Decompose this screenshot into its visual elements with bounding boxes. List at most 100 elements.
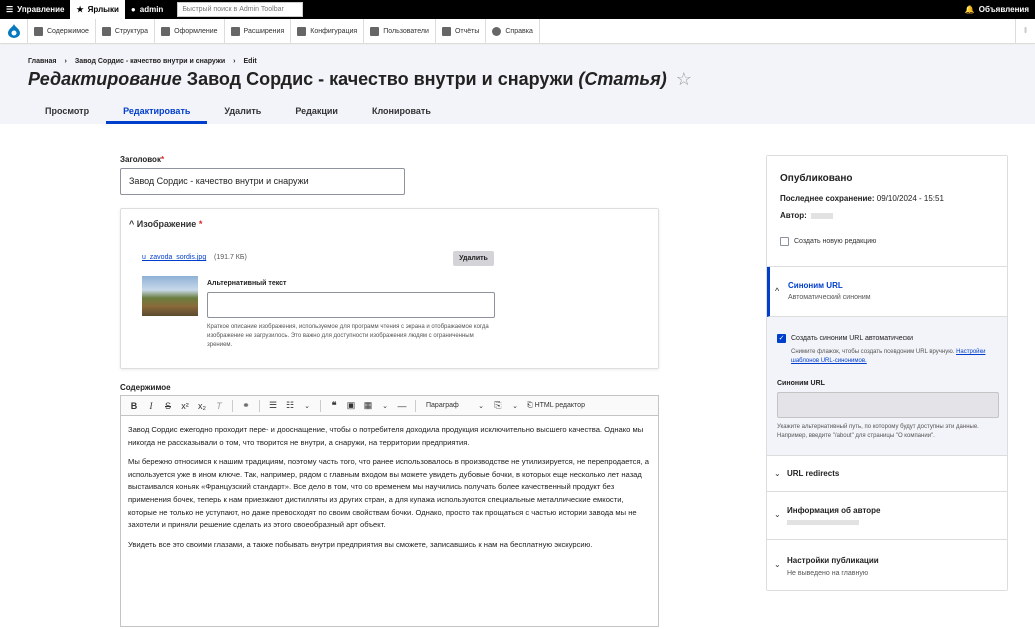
chevron-down-icon: ⌄ — [774, 469, 781, 478]
content-icon — [34, 26, 43, 36]
title-input[interactable]: Завод Сордис - качество внутри и снаружи — [120, 168, 405, 195]
strikethrough-icon[interactable]: S — [161, 401, 175, 411]
tab-edit[interactable]: Редактировать — [106, 100, 208, 124]
horizontal-line-icon[interactable]: — — [395, 401, 409, 411]
alias-input[interactable] — [777, 392, 999, 418]
checkbox-checked-icon[interactable]: ✓ — [777, 334, 786, 343]
content-editor: B I S x² x₂ T ⚭ ☰ ☷ ⌄ ❝ ▣ ▦ ⌄ — Параграф… — [120, 395, 659, 627]
menu-item-content[interactable]: Содержимое — [28, 18, 96, 44]
source-editing-icon[interactable]: ⎘ — [491, 400, 505, 411]
breadcrumb-separator-icon: › — [64, 58, 67, 65]
alt-text-description: Краткое описание изображения, используем… — [207, 324, 489, 348]
subscript-icon[interactable]: x₂ — [195, 401, 209, 411]
menu-item-configuration[interactable]: Конфигурация — [291, 18, 365, 44]
chevron-up-icon: ^ — [775, 286, 780, 296]
code-icon: ⎗ — [527, 401, 533, 409]
toolbar-divider — [415, 399, 416, 412]
menu-item-reports[interactable]: Отчёты — [436, 18, 487, 44]
toolbar-divider — [320, 399, 321, 412]
heading-select[interactable]: Параграф ⌄ — [422, 402, 488, 410]
local-tasks: Просмотр Редактировать Удалить Редакции … — [28, 100, 448, 124]
paragraph: Завод Сордис ежегодно проходит пере- и д… — [128, 425, 644, 447]
tab-revisions[interactable]: Редакции — [278, 100, 355, 124]
menu-item-extend[interactable]: Расширения — [225, 18, 292, 44]
chevron-down-icon[interactable]: ⌄ — [508, 402, 522, 410]
tab-delete[interactable]: Удалить — [207, 100, 278, 124]
breadcrumb-home[interactable]: Главная — [28, 58, 56, 65]
reports-icon — [441, 26, 451, 36]
shortcut-star-icon[interactable]: ☆ — [676, 69, 692, 89]
image-file-link[interactable]: u_zavoda_sordis.jpg — [142, 254, 206, 261]
user-menu[interactable]: ● admin — [125, 0, 169, 19]
announcements-link[interactable]: 🔔 Объявления — [965, 5, 1035, 14]
user-icon: ● — [130, 5, 136, 14]
title-label: Заголовок* — [120, 155, 165, 164]
auto-alias-checkbox[interactable]: ✓ Создать синоним URL автоматически — [777, 334, 913, 343]
tab-clone[interactable]: Клонировать — [355, 100, 448, 124]
publish-status: Опубликовано — [780, 173, 853, 184]
remove-format-icon[interactable]: T — [212, 401, 226, 411]
editor-content-area[interactable]: Завод Сордис ежегодно проходит пере- и д… — [121, 416, 658, 566]
superscript-icon[interactable]: x² — [178, 401, 192, 411]
author-name-redacted — [810, 212, 833, 219]
toolbar-divider — [232, 399, 233, 412]
breadcrumb-separator-icon: › — [233, 58, 236, 65]
link-icon[interactable]: ⚭ — [239, 400, 253, 411]
image-field: ^ Изображение * u_zavoda_sordis.jpg (191… — [120, 208, 659, 369]
breadcrumb-edit[interactable]: Edit — [244, 58, 257, 65]
chevron-down-icon: ⌄ — [774, 510, 781, 519]
breadcrumb-node[interactable]: Завод Сордис - качество внутри и снаружи — [75, 58, 225, 65]
last-saved: Последнее сохранение: 09/10/2024 - 15:51 — [780, 194, 944, 203]
remove-image-button[interactable]: Удалить — [453, 251, 494, 266]
meta-sidebar: Опубликовано Последнее сохранение: 09/10… — [766, 155, 1008, 591]
author-line: Автор: — [780, 211, 833, 220]
toolbar-search-input[interactable]: Быстрый поиск в Admin Toolbar — [177, 2, 304, 17]
wrench-icon — [297, 26, 307, 36]
bell-icon: 🔔 — [964, 5, 975, 14]
toolbar-divider — [259, 399, 260, 412]
page-title: Редактирование Завод Сордис - качество в… — [28, 69, 692, 89]
shortcuts-menu[interactable]: ★ Ярлыки — [70, 0, 125, 19]
chevron-down-icon: ⌄ — [774, 560, 781, 569]
image-field-toggle[interactable]: ^ Изображение * — [129, 219, 202, 229]
blockquote-icon[interactable]: ❝ — [327, 400, 341, 411]
new-revision-checkbox[interactable]: Создать новую редакцию — [780, 237, 876, 246]
menu-item-help[interactable]: Справка — [486, 18, 540, 44]
menu-item-people[interactable]: Пользователи — [364, 18, 436, 44]
bold-icon[interactable]: B — [127, 401, 141, 411]
tab-view[interactable]: Просмотр — [28, 100, 106, 124]
author-info-section[interactable]: ⌄ Информация об авторе — [767, 491, 1007, 539]
admin-menu: Содержимое Структура Оформление Расширен… — [0, 18, 1035, 44]
checkbox[interactable] — [780, 237, 789, 246]
help-icon — [492, 26, 502, 36]
people-icon — [370, 26, 380, 36]
breadcrumb: Главная › Завод Сордис - качество внутри… — [28, 58, 257, 65]
auto-alias-description: Снимите флажок, чтобы создать псевдоним … — [791, 349, 986, 364]
editor-toolbar: B I S x² x₂ T ⚭ ☰ ☷ ⌄ ❝ ▣ ▦ ⌄ — Параграф… — [121, 396, 658, 416]
alias-hint: Укажите альтернативный путь, по которому… — [777, 424, 979, 439]
menu-item-appearance[interactable]: Оформление — [155, 18, 225, 44]
toolbar-orientation-toggle[interactable]: ⫾ — [1015, 18, 1035, 44]
author-info-redacted — [787, 520, 859, 525]
image-thumbnail — [142, 276, 198, 316]
content-label: Содержимое — [120, 383, 171, 392]
bulleted-list-icon[interactable]: ☰ — [266, 400, 280, 411]
alt-text-input[interactable] — [207, 292, 495, 318]
drupal-logo-icon[interactable] — [0, 18, 28, 44]
alias-field-label: Синоним URL — [777, 380, 825, 387]
table-icon[interactable]: ▦ — [361, 400, 375, 411]
url-redirects-section[interactable]: ⌄ URL redirects — [767, 455, 1007, 491]
alt-text-label: Альтернативный текст — [207, 280, 287, 287]
url-alias-summary[interactable]: ^ Синоним URL Автоматический синоним — [767, 267, 1007, 317]
admin-toolbar: ☰ Управление ★ Ярлыки ● admin Быстрый поиск… — [0, 0, 1035, 19]
italic-icon[interactable]: I — [144, 401, 158, 411]
publish-settings-section[interactable]: ⌄ Настройки публикации Не выведено на гл… — [767, 539, 1007, 590]
numbered-list-icon[interactable]: ☷ — [283, 400, 297, 411]
image-upload-icon[interactable]: ▣ — [344, 400, 358, 411]
menu-item-structure[interactable]: Структура — [96, 18, 156, 44]
chevron-down-icon[interactable]: ⌄ — [300, 402, 314, 410]
manage-menu[interactable]: ☰ Управление — [0, 0, 70, 19]
chevron-down-icon[interactable]: ⌄ — [378, 402, 392, 410]
image-file-size: (191.7 КБ) — [214, 254, 247, 261]
html-editor-button[interactable]: ⎗ HTML редактор — [527, 402, 585, 410]
